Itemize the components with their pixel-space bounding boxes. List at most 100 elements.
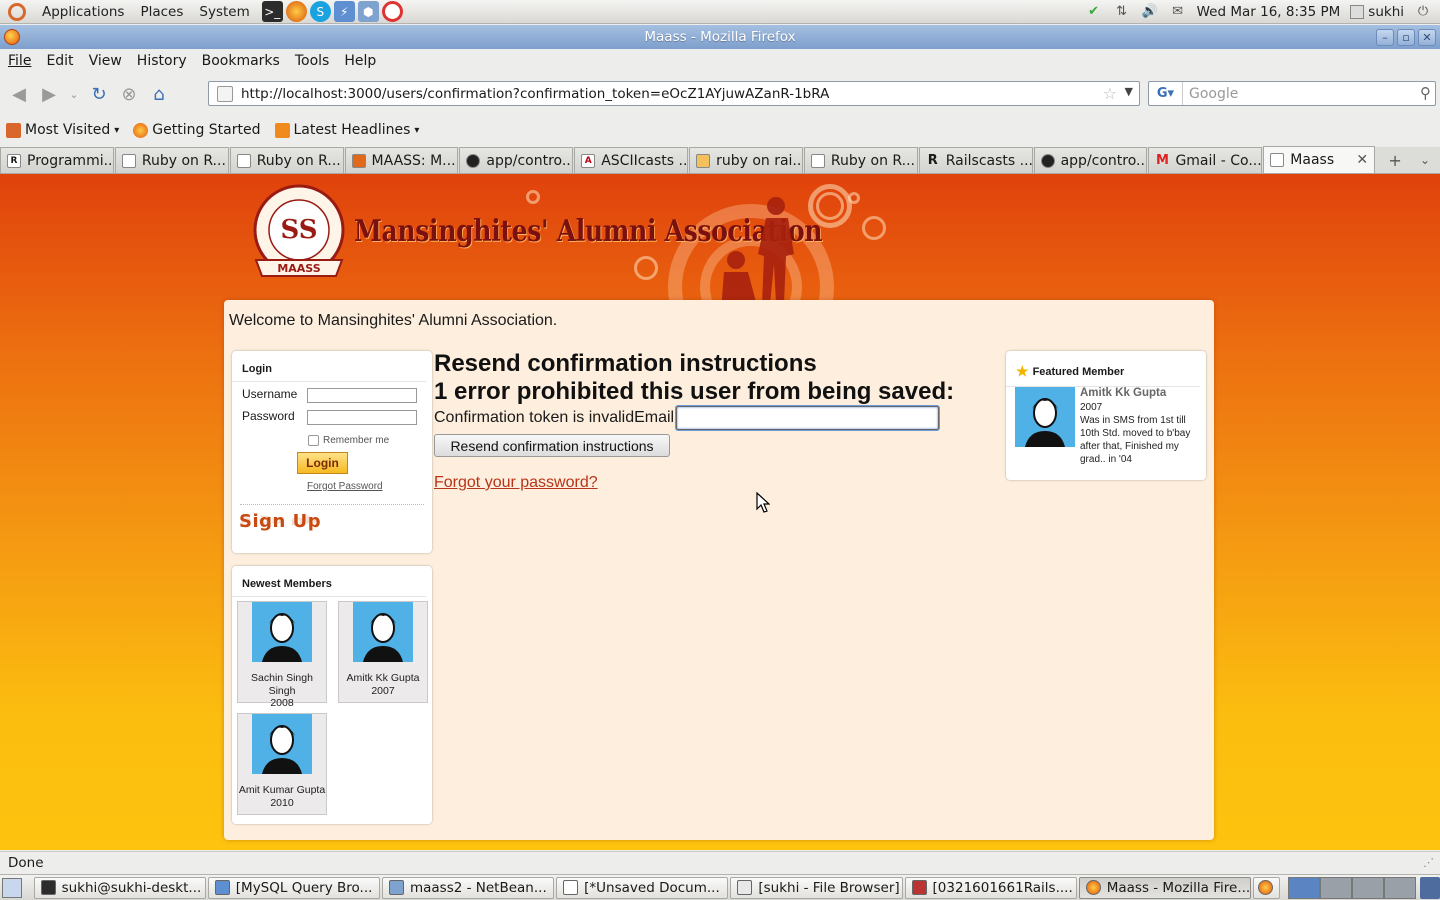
login-button[interactable]: Login bbox=[297, 452, 348, 474]
url-bar[interactable]: http://localhost:3000/users/confirmation… bbox=[208, 81, 1140, 106]
tab-railscasts[interactable]: R Railscasts ... bbox=[918, 147, 1033, 173]
box-launcher-icon[interactable]: ⬢ bbox=[357, 1, 379, 22]
reload-icon[interactable]: ↻ bbox=[84, 79, 114, 109]
error-message: Confirmation token is invalid bbox=[434, 409, 635, 426]
workspace-4[interactable] bbox=[1384, 876, 1417, 899]
help-launcher-icon[interactable] bbox=[381, 1, 403, 22]
volume-icon[interactable]: 🔊 bbox=[1141, 3, 1159, 21]
menu-help[interactable]: Help bbox=[344, 53, 376, 69]
tab-list-icon[interactable]: ⌄ bbox=[1410, 147, 1440, 173]
rss-icon bbox=[274, 122, 290, 138]
firefox-launcher-icon[interactable] bbox=[285, 1, 307, 22]
history-dropdown-icon[interactable]: ⌄ bbox=[64, 79, 84, 109]
close-icon[interactable]: ✕ bbox=[1418, 28, 1436, 46]
member-card[interactable]: Amit Kumar Gupta 2010 bbox=[237, 713, 327, 815]
network-icon[interactable]: ⇅ bbox=[1113, 3, 1131, 21]
resize-grip-icon[interactable]: ⋰ bbox=[1423, 856, 1434, 869]
update-check-icon[interactable]: ✔ bbox=[1085, 3, 1103, 21]
skype-launcher-icon[interactable]: S bbox=[309, 1, 331, 22]
applications-menu[interactable]: Applications bbox=[42, 4, 124, 20]
search-placeholder[interactable]: Google bbox=[1189, 86, 1238, 102]
user-name[interactable]: sukhi bbox=[1368, 4, 1404, 20]
task-unsaved-document[interactable]: [*Unsaved Docum... bbox=[556, 876, 729, 899]
tab-maass[interactable]: MAASS: M... bbox=[344, 147, 459, 173]
member-card[interactable]: Amitk Kk Gupta 2007 bbox=[338, 601, 428, 703]
system-menu[interactable]: System bbox=[199, 4, 249, 20]
workspace-1[interactable] bbox=[1288, 876, 1321, 899]
featured-member-avatar[interactable] bbox=[1015, 387, 1075, 447]
task-mysql-query-browser[interactable]: [MySQL Query Bro... bbox=[207, 876, 380, 899]
menu-tools[interactable]: Tools bbox=[295, 53, 330, 69]
url-dropdown-icon[interactable]: ▼ bbox=[1125, 85, 1133, 98]
minimize-icon[interactable]: – bbox=[1376, 28, 1394, 46]
site-identity-icon[interactable] bbox=[217, 85, 233, 102]
back-icon[interactable]: ◀ bbox=[4, 79, 34, 109]
bookmark-latest-headlines[interactable]: Latest Headlines ▾ bbox=[274, 122, 419, 138]
tab-gmail[interactable]: M Gmail - Co... bbox=[1148, 147, 1263, 173]
username-input[interactable] bbox=[307, 388, 417, 403]
stop-icon[interactable]: ⊗ bbox=[114, 79, 144, 109]
terminal-launcher-icon[interactable]: >_ bbox=[261, 1, 283, 22]
ubuntu-logo-icon[interactable] bbox=[8, 2, 26, 21]
lightning-launcher-icon[interactable]: ⚡ bbox=[333, 1, 355, 22]
tab-app-controllers-2[interactable]: app/contro... bbox=[1033, 147, 1148, 173]
show-desktop-icon[interactable] bbox=[2, 877, 22, 898]
workspace-2[interactable] bbox=[1320, 876, 1353, 899]
url-text[interactable]: http://localhost:3000/users/confirmation… bbox=[241, 86, 829, 102]
bookmark-most-visited[interactable]: Most Visited ▾ bbox=[6, 122, 119, 138]
power-icon[interactable]: ⏻ bbox=[1414, 3, 1432, 21]
forgot-password-link[interactable]: Forgot Password bbox=[307, 481, 383, 492]
maass-site-icon bbox=[351, 153, 366, 168]
task-pdf-document[interactable]: [0321601661Rails.... bbox=[904, 876, 1077, 899]
window-titlebar[interactable]: Maass - Mozilla Firefox – ▫ ✕ bbox=[0, 25, 1440, 49]
workspace-3[interactable] bbox=[1352, 876, 1385, 899]
menu-history[interactable]: History bbox=[137, 53, 187, 69]
tab-ruby-on-rails-1[interactable]: Ruby on R... bbox=[114, 147, 229, 173]
task-netbeans[interactable]: maass2 - NetBean... bbox=[381, 876, 555, 899]
window-title: Maass - Mozilla Firefox bbox=[644, 29, 796, 45]
home-icon[interactable]: ⌂ bbox=[144, 79, 174, 109]
tab-app-controllers-1[interactable]: app/contro... bbox=[459, 147, 574, 173]
mail-icon[interactable]: ✉ bbox=[1169, 3, 1187, 21]
remember-me[interactable]: Remember me bbox=[308, 435, 389, 446]
tab-asciicasts[interactable]: A ASCIIcasts ... bbox=[574, 147, 689, 173]
password-input[interactable] bbox=[307, 410, 417, 425]
maximize-icon[interactable]: ▫ bbox=[1397, 28, 1415, 46]
trash-icon[interactable] bbox=[1420, 876, 1440, 899]
search-icon[interactable]: ⚲ bbox=[1420, 84, 1431, 102]
tab-maass-active[interactable]: Maass ✕ bbox=[1263, 146, 1376, 173]
firefox-tray-icon[interactable] bbox=[1252, 876, 1281, 899]
member-card[interactable]: Sachin Singh Singh 2008 bbox=[237, 601, 327, 709]
new-tab-icon[interactable]: + bbox=[1380, 147, 1410, 173]
tab-ruby-on-rails-4[interactable]: Ruby on R... bbox=[803, 147, 918, 173]
tab-ruby-on-rails-2[interactable]: Ruby on R... bbox=[229, 147, 344, 173]
maass-logo[interactable]: SS MAASS bbox=[250, 182, 348, 286]
task-file-browser[interactable]: [sukhi - File Browser] bbox=[730, 876, 903, 899]
workspace-switcher[interactable] bbox=[1288, 876, 1417, 899]
task-terminal[interactable]: sukhi@sukhi-deskt... bbox=[33, 876, 206, 899]
menu-file[interactable]: File bbox=[8, 53, 31, 69]
google-engine-icon[interactable]: G▾ bbox=[1149, 82, 1183, 105]
forgot-your-password-link[interactable]: Forgot your password? bbox=[434, 474, 598, 492]
places-menu[interactable]: Places bbox=[140, 4, 183, 20]
remember-me-checkbox[interactable] bbox=[308, 435, 319, 446]
bookmark-getting-started[interactable]: Getting Started bbox=[133, 122, 261, 138]
tab-ruby-on-rails-3[interactable]: ruby on rai... bbox=[689, 147, 803, 173]
resend-confirmation-button[interactable]: Resend confirmation instructions bbox=[434, 434, 670, 457]
menu-bookmarks[interactable]: Bookmarks bbox=[202, 53, 280, 69]
email-input[interactable] bbox=[675, 405, 941, 431]
menu-view[interactable]: View bbox=[89, 53, 122, 69]
task-label: Maass - Mozilla Fire... bbox=[1106, 879, 1251, 896]
decor-circle bbox=[634, 256, 658, 280]
clock[interactable]: Wed Mar 16, 8:35 PM bbox=[1197, 4, 1341, 20]
resend-confirmation-form: Resend confirmation instructions 1 error… bbox=[434, 350, 1004, 492]
task-firefox[interactable]: Maass - Mozilla Fire... bbox=[1078, 876, 1251, 899]
task-label: maass2 - NetBean... bbox=[409, 879, 547, 896]
bookmark-star-icon[interactable]: ☆ bbox=[1103, 84, 1117, 103]
tab-programming[interactable]: R Programmi... bbox=[0, 147, 114, 173]
featured-member-name[interactable]: Amitk Kk Gupta bbox=[1080, 387, 1202, 400]
search-bar[interactable]: G▾ Google ⚲ bbox=[1148, 81, 1436, 106]
menu-edit[interactable]: Edit bbox=[46, 53, 73, 69]
forward-icon[interactable]: ▶ bbox=[34, 79, 64, 109]
tab-close-icon[interactable]: ✕ bbox=[1356, 152, 1368, 168]
